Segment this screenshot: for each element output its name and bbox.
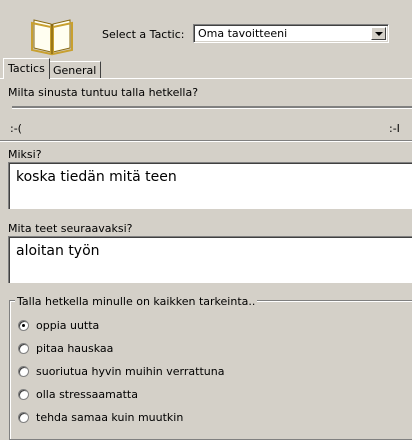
priority-option-1[interactable]: oppia uutta [18,318,99,332]
chevron-down-icon[interactable] [371,27,386,40]
open-book-icon [30,12,74,56]
priority-option-5[interactable]: tehda samaa kuin muutkin [18,410,183,424]
option-label: pitaa hauskaa [36,341,114,355]
next-action-textarea[interactable]: aloitan työn [8,236,412,283]
radio-icon[interactable] [18,342,29,354]
option-label: olla stressaamatta [36,387,138,401]
option-label: tehda samaa kuin muutkin [36,410,184,424]
tactic-select-value: Oma tavoitteeni [198,27,288,40]
tactic-select[interactable]: Oma tavoitteeni [193,24,389,43]
priority-option-4[interactable]: olla stressaamatta [18,387,138,401]
tab-panel-border [0,78,412,79]
feeling-slider[interactable] [12,106,412,109]
why-textarea[interactable]: koska tiedän mitä teen [8,162,412,209]
scale-left-label: :-( [10,122,22,135]
tab-general[interactable]: General [48,61,102,78]
priority-option-3[interactable]: suoriutua hyvin muihin verrattuna [18,364,224,378]
radio-icon[interactable] [18,411,29,423]
radio-icon[interactable] [18,365,29,377]
option-label: oppia uutta [36,318,100,332]
priority-group-title: Talla hetkella minulle on kaikken tarkei… [15,295,258,308]
radio-checked-icon[interactable] [18,319,29,331]
radio-icon[interactable] [18,388,29,400]
divider [0,140,412,142]
option-label: suoriutua hyvin muihin verrattuna [36,364,225,378]
select-tactic-label: Select a Tactic: [102,28,185,41]
tab-tactics[interactable]: Tactics [3,58,50,79]
priority-option-2[interactable]: pitaa hauskaa [18,341,113,355]
why-question-label: Miksi? [8,148,42,161]
feeling-question-label: Milta sinusta tuntuu talla hetkella? [8,86,199,99]
next-question-label: Mita teet seuraavaksi? [8,222,133,235]
scale-right-label: :-I [389,122,400,135]
